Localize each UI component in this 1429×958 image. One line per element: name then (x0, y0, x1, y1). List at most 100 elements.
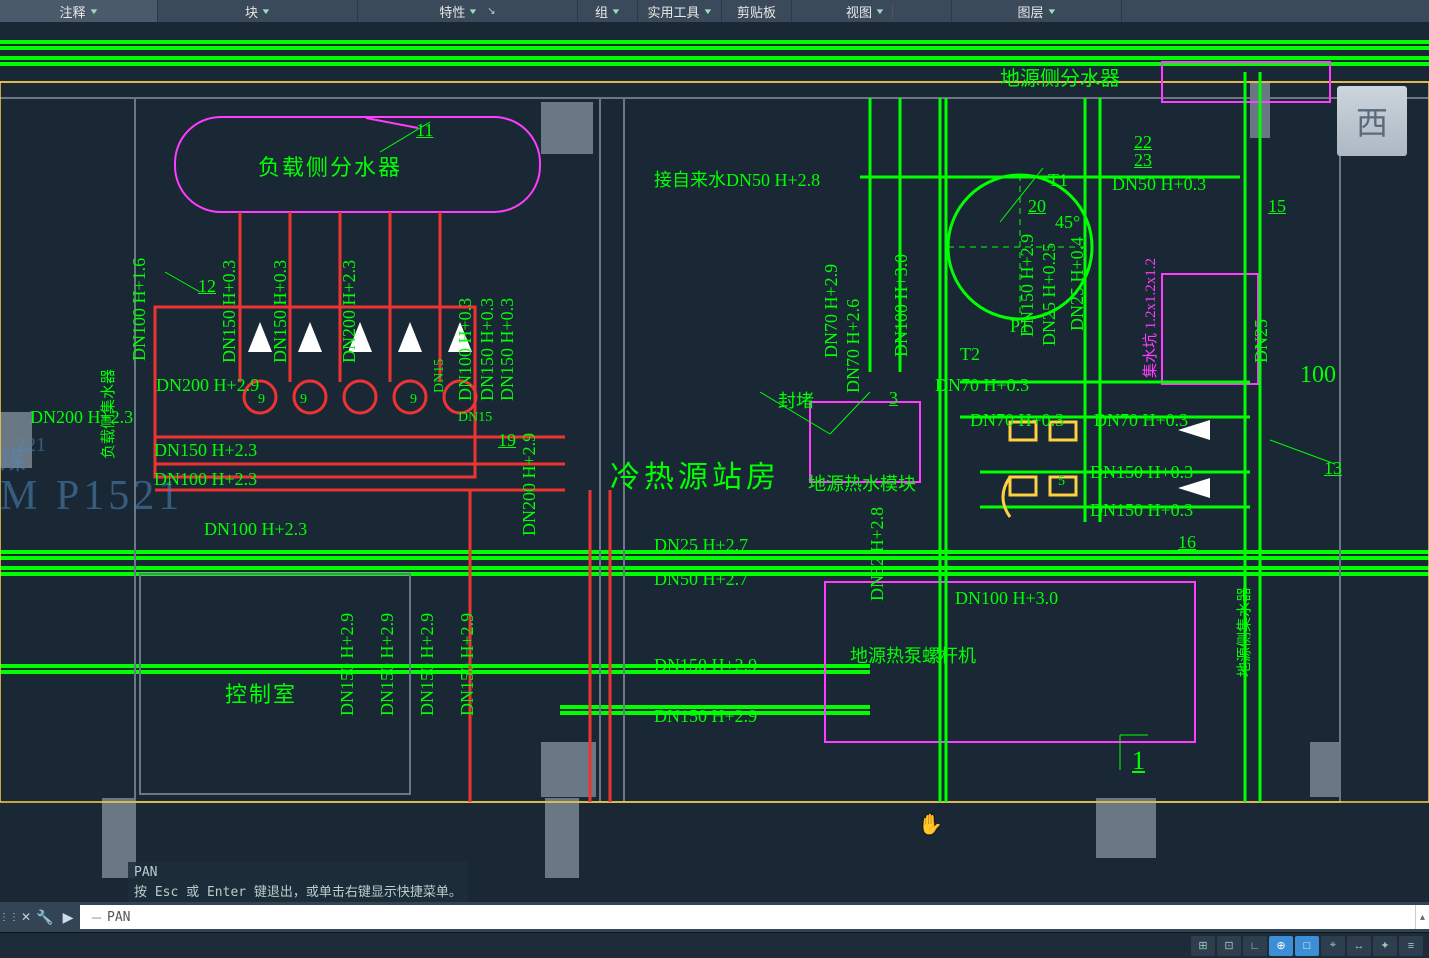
ribbon-panel-label: 块 (245, 2, 258, 21)
ribbon-panel-label: 剪贴板 (737, 2, 776, 21)
label-t1: T1 (1048, 170, 1068, 191)
drawing-canvas[interactable]: 西 ✋ 冷热源站房 控制室 负载侧分水器 地源侧分水器 地源热水模块 地源热泵螺… (0, 22, 1429, 902)
pipe-label: DN150 H+0.3 (497, 298, 518, 401)
pipe-label: DN150 H+2.9 (1017, 234, 1038, 337)
status-btn-transparency[interactable]: ✦ (1373, 936, 1397, 956)
otrack-icon: ⌖ (1330, 939, 1336, 952)
pipe-label: DN200 H+2.9 (519, 433, 540, 536)
command-active-tool-icon: ▶ (56, 909, 80, 926)
drawing-svg (0, 22, 1429, 902)
pipe-label: DN50 H+0.3 (1112, 174, 1206, 195)
lweight-icon: ↔ (1354, 940, 1365, 952)
pipe-label: DN150 H+0.3 (270, 260, 291, 363)
room-name-control: 控制室 (225, 677, 297, 709)
ribbon-panel-clipboard[interactable]: 剪贴板 (722, 0, 792, 22)
command-bar-drag-handle[interactable]: ⋮⋮ (0, 902, 18, 932)
ribbon-panel-utilities[interactable]: 实用工具 ▼ (638, 0, 722, 22)
leader-number: 11 (416, 120, 433, 141)
three-lines-icon: ≡ (1408, 940, 1414, 952)
leader-number: 3 (889, 388, 898, 409)
leader-number: 9 (410, 392, 417, 408)
pipe-label: DN100 H+0.3 (455, 298, 476, 401)
section-marker: 1 (1132, 746, 1145, 776)
dropdown-icon: ▼ (468, 7, 479, 16)
dialog-launcher-icon[interactable]: ↘ (487, 6, 495, 17)
label-jishui: 集水坑 1.2x1.2x1.2 (1139, 258, 1160, 378)
status-btn-osnap[interactable]: □ (1295, 936, 1319, 956)
status-btn-menu[interactable]: ≡ (1399, 936, 1423, 956)
status-btn-grid[interactable]: ⊞ (1191, 936, 1215, 956)
column-solid (1310, 742, 1340, 797)
command-bar-customize-icon[interactable]: 🔧 (34, 909, 56, 926)
pipe-label: DN100 H+3.0 (891, 254, 912, 357)
ribbon-panel-label: 视图 (846, 2, 872, 21)
ribbon-panel-label: 图层 (1018, 2, 1044, 21)
command-bar-close-icon[interactable]: ✕ (18, 910, 34, 924)
status-btn-snap[interactable]: ⊡ (1217, 936, 1241, 956)
ribbon-panel-view[interactable]: 视图 ▼ (792, 0, 952, 22)
command-active-name: PAN (107, 910, 130, 925)
leader-number: 20 (1028, 196, 1046, 217)
ribbon-panel-annotate[interactable]: 注释 ▼ (0, 0, 158, 22)
label-angle: 45° (1055, 212, 1080, 233)
status-btn-polar[interactable]: ⊕ (1269, 936, 1293, 956)
view-cube-face[interactable]: 西 (1337, 86, 1407, 156)
pipe-label-dn15b: DN15 (458, 410, 492, 426)
ribbon-panel-label: 实用工具 (648, 2, 700, 21)
pipe-label: 接自来水DN50 H+2.8 (654, 166, 820, 192)
command-history-line: 按 Esc 或 Enter 键退出，或单击右键显示快捷菜单。 (134, 881, 462, 900)
pipe-label: DN150 H+2.9 (457, 613, 478, 716)
ribbon-panel-group[interactable]: 组 ▼ (578, 0, 638, 22)
leader-number: 15 (1268, 196, 1286, 217)
pipe-label: DN70 H+0.3 (970, 410, 1064, 431)
command-history-line: PAN (134, 865, 462, 880)
label-t2: T2 (960, 344, 980, 365)
pipe-label: DN70 H+2.6 (843, 299, 864, 393)
pipe-label: DN70 H+0.3 (935, 375, 1029, 396)
dropdown-icon: ▼ (1046, 7, 1057, 16)
separator (892, 4, 893, 18)
column-solid (0, 412, 32, 468)
ribbon-panel-properties[interactable]: 特性 ▼ ↘ (358, 0, 578, 22)
leader-number: 19 (498, 430, 516, 451)
pipe-label: DN150 H+2.3 (154, 440, 257, 461)
pipe-label: DN150 H+0.3 (219, 260, 240, 363)
dropdown-icon: ▼ (874, 7, 885, 16)
ribbon-panel-layers[interactable]: 图层 ▼ (952, 0, 1122, 22)
dropdown-icon: ▼ (610, 7, 621, 16)
column-solid (1096, 798, 1156, 858)
pipe-label: DN150 H+0.3 (477, 298, 498, 401)
status-btn-lweight[interactable]: ↔ (1347, 936, 1371, 956)
view-cube-label: 西 (1356, 98, 1388, 144)
pipe-label: DN100 H+2.3 (154, 469, 257, 490)
label-p1: P1 (1010, 316, 1029, 337)
leader-number: 9 (258, 392, 265, 408)
status-btn-ortho[interactable]: ∟ (1243, 936, 1267, 956)
pipe-label: DN150 H+2.9 (377, 613, 398, 716)
pipe-label: DN100 H+1.6 (129, 258, 150, 361)
pipe-label: DN150 H+0.3 (1090, 462, 1193, 483)
label-load-collector: 负载侧集水器 (97, 369, 118, 459)
pipe-label: DN25 (1251, 319, 1272, 363)
ribbon-panel-block[interactable]: 块 ▼ (158, 0, 358, 22)
view-cube[interactable]: 西 (1317, 66, 1427, 176)
leader-number: 9 (300, 392, 307, 408)
pan-cursor-icon: ✋ (918, 812, 943, 837)
command-history-toggle-icon[interactable]: ▴ (1415, 905, 1429, 929)
dropdown-icon: ▼ (260, 7, 271, 16)
pipe-label: DN25 H+0.25 (1039, 243, 1060, 346)
leader-number: 23 (1134, 150, 1152, 171)
room-name-main: 冷热源站房 (610, 452, 780, 496)
leader-number: 22 (1134, 132, 1152, 153)
command-input[interactable]: － PAN (80, 905, 1415, 929)
osnap-icon: □ (1304, 940, 1311, 952)
leader-number: 5 (1058, 474, 1065, 490)
pipe-label: DN32 H+2.8 (867, 507, 888, 601)
pipe-label: DN150 H+0.3 (1090, 500, 1193, 521)
pipe-label-dn15: DN15 (432, 359, 448, 393)
column-solid (541, 102, 593, 154)
column-solid (1250, 82, 1270, 138)
status-btn-otrack[interactable]: ⌖ (1321, 936, 1345, 956)
pipe-label: DN150 H+2.9 (654, 655, 757, 676)
pipe-label: DN100 H+3.0 (955, 588, 1058, 609)
